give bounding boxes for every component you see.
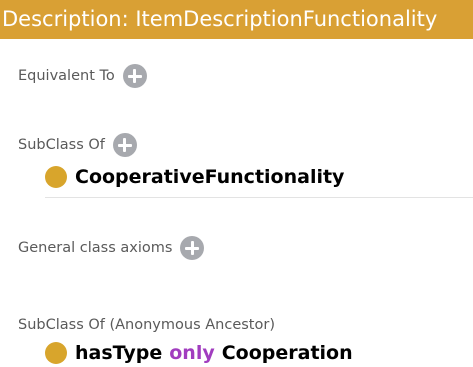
general-class-axioms-label: General class axioms [18,240,173,256]
class-dot-icon [45,342,67,364]
add-subclass-of-icon[interactable] [112,133,137,157]
only-keyword: only [169,342,215,364]
subclass-of-item[interactable]: CooperativeFunctionality [45,166,344,188]
subclass-of-divider [45,197,473,198]
add-general-class-axiom-icon[interactable] [180,236,205,260]
general-class-axioms-section: General class axioms [18,236,205,260]
property-name: hasType [75,342,163,364]
description-header: Description: ItemDescriptionFunctionalit… [0,0,473,39]
subclass-of-label: SubClass Of [18,137,105,153]
equivalent-to-label: Equivalent To [18,68,115,84]
anonymous-ancestor-label: SubClass Of (Anonymous Ancestor) [18,317,275,333]
filler-class-name: Cooperation [221,342,353,364]
anonymous-ancestor-section: SubClass Of (Anonymous Ancestor) [18,315,275,335]
class-dot-icon [45,166,67,188]
equivalent-to-section: Equivalent To [18,64,147,88]
add-equivalent-to-icon[interactable] [122,64,147,88]
subclass-of-section: SubClass Of [18,133,137,157]
anonymous-ancestor-item[interactable]: hasType only Cooperation [45,342,353,364]
class-name: CooperativeFunctionality [75,166,345,188]
